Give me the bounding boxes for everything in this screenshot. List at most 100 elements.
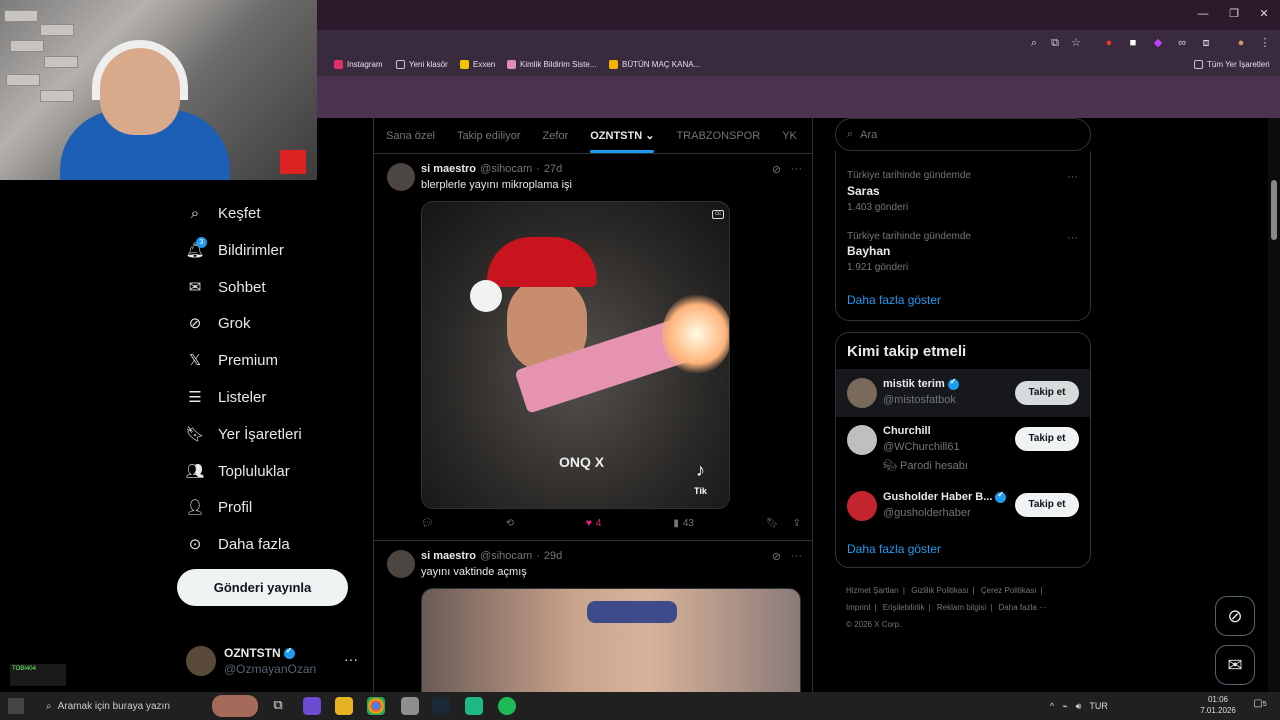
profile-avatar-icon[interactable]: ● <box>1234 36 1248 50</box>
task-view-icon[interactable]: ⧉ <box>269 697 287 715</box>
extension-icon[interactable]: ● <box>1102 36 1116 50</box>
extension-icon[interactable]: ∞ <box>1175 36 1189 50</box>
avatar[interactable] <box>186 646 216 676</box>
clock[interactable]: 01:06 7.01.2026 <box>1200 694 1236 716</box>
tweet[interactable]: si maestro @sihocam · 27d ⊘ ··· blerplerl… <box>374 155 812 541</box>
trend-item[interactable]: Bayhan <box>847 244 890 258</box>
minimize-icon[interactable]: — <box>1194 6 1212 22</box>
notification-center-icon[interactable]: ▢5 <box>1252 698 1268 714</box>
tab-yk[interactable]: YK <box>782 130 797 142</box>
bookmark-instagram[interactable]: Instagram <box>334 60 383 69</box>
like-button[interactable]: ♥ 4 <box>586 518 602 529</box>
scrollbar-thumb[interactable] <box>1271 180 1277 240</box>
cookie-link[interactable]: Çerez Politikası <box>981 586 1037 595</box>
avatar[interactable] <box>847 425 877 455</box>
show-more-link[interactable]: Daha fazla göster <box>847 542 941 556</box>
nav-premium[interactable]: 𝕏 Premium <box>186 345 278 375</box>
zoom-icon[interactable]: ⌕ <box>1027 36 1041 50</box>
avatar[interactable] <box>847 491 877 521</box>
tweet-video[interactable]: ONQ X ♪ Tik cc <box>421 201 730 509</box>
nav-grok[interactable]: ⊘ Grok <box>186 308 251 338</box>
captions-icon[interactable]: cc <box>712 210 724 219</box>
tab-trabzonspor[interactable]: TRABZONSPOR <box>676 130 760 142</box>
bookmark-icon[interactable]: 🔖︎ <box>766 518 779 529</box>
imprint-link[interactable]: Imprint <box>846 603 870 612</box>
chevron-up-icon[interactable]: ^ <box>1050 701 1054 711</box>
follow-button[interactable]: Takip et <box>1015 493 1079 517</box>
nav-communities[interactable]: 👥︎ Topluluklar <box>185 456 289 486</box>
more-icon[interactable]: ··· <box>344 651 358 667</box>
author-name[interactable]: si maestro <box>421 163 476 175</box>
retweet-button[interactable]: ⟲ <box>506 518 514 529</box>
volume-icon[interactable]: 🔊︎ <box>1076 701 1082 712</box>
tab-zefor[interactable]: Zefor <box>543 130 569 142</box>
show-more-link[interactable]: Daha fazla göster <box>847 293 941 307</box>
follow-suggestion[interactable]: Gusholder Haber B... @gusholderhaber Tak… <box>836 483 1090 533</box>
accessibility-link[interactable]: Erişilebilirlik <box>883 603 925 612</box>
bookmark-kimlik[interactable]: Kimlik Bildirim Siste... <box>507 60 596 69</box>
more-icon[interactable]: ··· <box>1067 171 1078 183</box>
close-icon[interactable]: ✕ <box>1255 6 1273 22</box>
follow-button[interactable]: Takip et <box>1015 381 1079 405</box>
trend-item[interactable]: Saras <box>847 184 880 198</box>
search-input[interactable]: ⌕ Ara <box>835 118 1091 151</box>
share-icon[interactable]: ⇪ <box>793 518 801 529</box>
tweet-video[interactable] <box>421 588 801 692</box>
restore-icon[interactable]: ❐ <box>1225 6 1243 22</box>
steam-icon[interactable] <box>432 697 450 715</box>
app-icon[interactable] <box>465 697 483 715</box>
reply-button[interactable]: 💬︎ <box>421 518 434 529</box>
avatar[interactable] <box>847 378 877 408</box>
tab-following[interactable]: Takip ediliyor <box>457 130 521 142</box>
follow-button[interactable]: Takip et <box>1015 427 1079 451</box>
nav-chat[interactable]: ✉ Sohbet <box>186 272 266 302</box>
menu-icon[interactable]: ⋮ <box>1258 36 1272 50</box>
post-button[interactable]: Gönderi yayınla <box>177 569 348 606</box>
more-icon[interactable]: ··· <box>791 550 802 563</box>
tweet-time[interactable]: 29d <box>544 550 562 562</box>
extension-icon[interactable]: ■ <box>1126 36 1140 50</box>
grok-float-button[interactable]: ⊘ <box>1215 596 1255 636</box>
more-link[interactable]: Daha fazla ··· <box>999 603 1047 612</box>
network-icon[interactable]: ⌁ <box>1062 701 1067 712</box>
bookmark-mac[interactable]: BÜTÜN MAÇ KANA... <box>609 60 700 69</box>
bookmark-folder[interactable]: Yeni klasör <box>396 60 448 69</box>
author-handle[interactable]: @sihocam <box>480 163 532 175</box>
star-icon[interactable]: ☆ <box>1069 36 1083 50</box>
more-icon[interactable]: ··· <box>1067 232 1078 244</box>
avatar[interactable] <box>387 163 415 191</box>
account-switcher[interactable]: OZNTSTN <box>224 646 295 660</box>
start-icon[interactable] <box>8 698 24 714</box>
puzzle-icon[interactable]: ⧈ <box>1199 36 1213 50</box>
tweet[interactable]: si maestro @sihocam · 29d ⊘ ··· yayını va… <box>374 542 812 692</box>
grok-icon[interactable]: ⊘ <box>772 163 781 176</box>
privacy-link[interactable]: Gizlilik Politikası <box>911 586 968 595</box>
spotify-icon[interactable] <box>498 697 516 715</box>
author-handle[interactable]: @sihocam <box>480 550 532 562</box>
app-icon[interactable] <box>303 697 321 715</box>
grok-icon[interactable]: ⊘ <box>772 550 781 563</box>
tweet-time[interactable]: 27d <box>544 163 562 175</box>
nav-notifications[interactable]: 🔔︎ 3 Bildirimler <box>185 235 284 265</box>
extension-icon[interactable]: ◆ <box>1151 36 1165 50</box>
ads-info-link[interactable]: Reklam bilgisi <box>937 603 986 612</box>
folder-icon[interactable] <box>335 697 353 715</box>
views-button[interactable]: ▮ 43 <box>673 518 694 529</box>
more-icon[interactable]: ··· <box>791 163 802 176</box>
tab-for-you[interactable]: Sana özel <box>386 130 435 142</box>
nav-more[interactable]: ⊙ Daha fazla <box>186 529 290 559</box>
install-icon[interactable]: ⧉ <box>1048 36 1062 50</box>
avatar[interactable] <box>387 550 415 578</box>
tab-ozntstn[interactable]: OZNTSTN ⌄ <box>590 129 655 153</box>
nav-lists[interactable]: ☰ Listeler <box>186 382 266 412</box>
terms-link[interactable]: Hizmet Şartları <box>846 586 899 595</box>
app-icon[interactable] <box>401 697 419 715</box>
nav-bookmarks[interactable]: 🔖︎ Yer İşaretleri <box>185 419 301 449</box>
chrome-icon[interactable] <box>367 697 385 715</box>
follow-suggestion[interactable]: Churchill @WChurchill61 🎭︎ Parodi hesabı… <box>836 419 1090 479</box>
all-bookmarks[interactable]: Tüm Yer İşaretleri <box>1194 60 1270 69</box>
bookmark-exxen[interactable]: Exxen <box>460 60 495 69</box>
author-name[interactable]: si maestro <box>421 550 476 562</box>
language-indicator[interactable]: TUR <box>1089 701 1108 711</box>
messages-float-button[interactable]: ✉ <box>1215 645 1255 685</box>
